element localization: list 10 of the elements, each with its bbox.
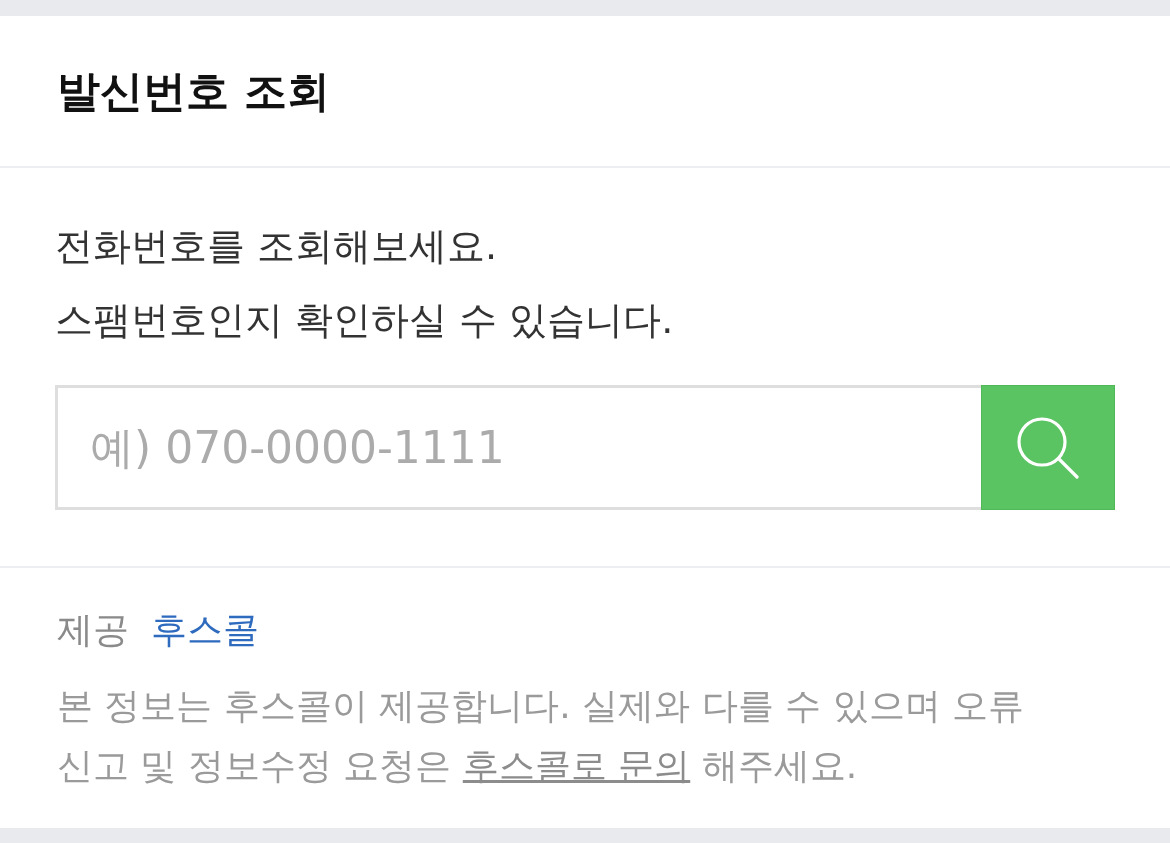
page-title: 발신번호 조회 (57, 65, 330, 117)
provider-label: 제공 (57, 608, 129, 652)
notice-text: 본 정보는 후스콜이 제공합니다. 실제와 다를 수 있으며 오류 신고 및 정보수정 요청은 후스콜로 문의 해주세요. (57, 684, 1025, 788)
search-field[interactable]: 예) 070-0000-1111 (55, 385, 981, 510)
search-button[interactable] (981, 385, 1115, 510)
inquiry-link[interactable]: 후스콜로 문의 (462, 745, 691, 786)
intro-text: 전화번호를 조회해보세요. (55, 223, 499, 270)
intro-text: 스팸번호인지 확인하실 수 있습니다. (55, 297, 675, 344)
provider-link[interactable]: 후스콜 (151, 605, 259, 655)
search-icon (1017, 416, 1079, 479)
